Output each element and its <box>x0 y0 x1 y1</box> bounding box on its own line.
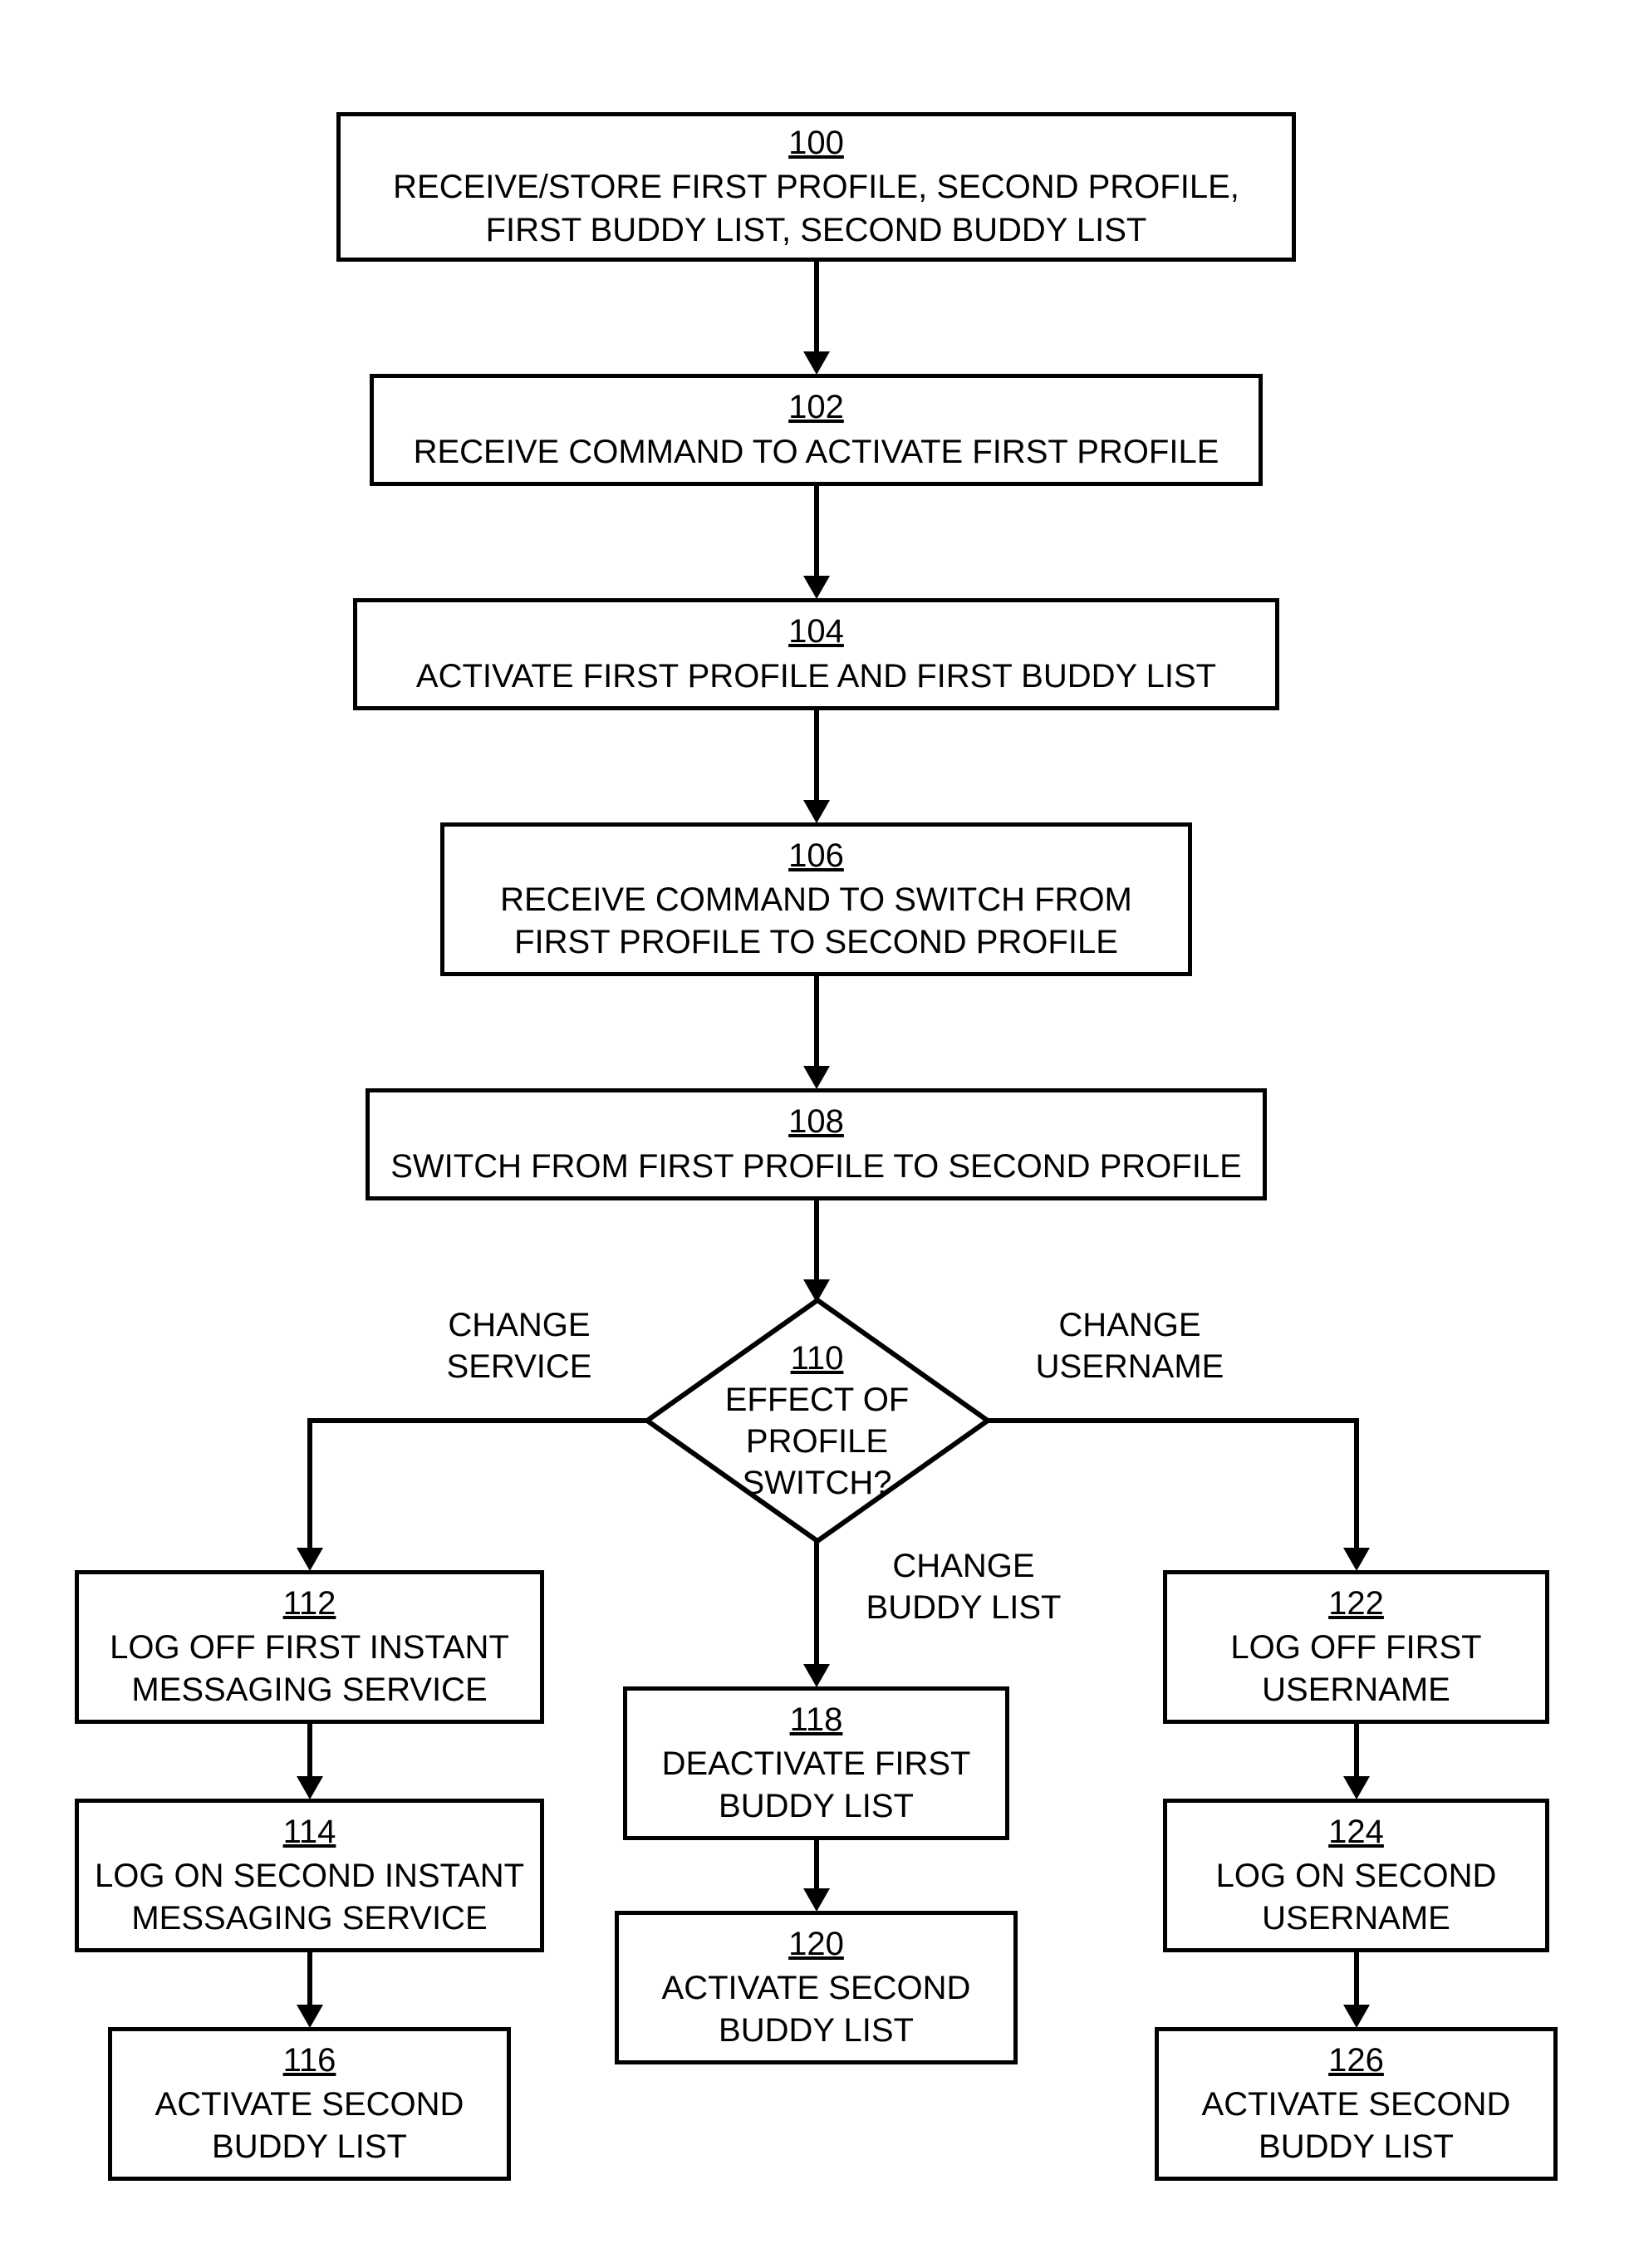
step-106: 106 RECEIVE COMMAND TO SWITCH FROMFIRST … <box>440 822 1192 976</box>
connector <box>307 1418 312 1551</box>
arrowhead-icon <box>297 1776 323 1799</box>
step-text: LOG OFF FIRSTUSERNAME <box>1230 1627 1481 1711</box>
step-text: ACTIVATE SECONDBUDDY LIST <box>155 2084 464 2168</box>
step-122: 122 LOG OFF FIRSTUSERNAME <box>1163 1570 1549 1724</box>
connector <box>814 1840 819 1890</box>
step-text: RECEIVE COMMAND TO SWITCH FROMFIRST PROF… <box>500 879 1132 964</box>
step-text: ACTIVATE SECONDBUDDY LIST <box>662 1967 971 2052</box>
step-116: 116 ACTIVATE SECONDBUDDY LIST <box>108 2027 511 2181</box>
arrowhead-icon <box>803 1664 830 1687</box>
label-change-buddy-list: CHANGEBUDDY LIST <box>847 1545 1080 1628</box>
step-num: 104 <box>788 611 844 653</box>
step-num: 106 <box>788 835 844 877</box>
step-124: 124 LOG ON SECONDUSERNAME <box>1163 1799 1549 1952</box>
step-102: 102 RECEIVE COMMAND TO ACTIVATE FIRST PR… <box>370 374 1263 486</box>
arrowhead-icon <box>297 2005 323 2028</box>
step-114: 114 LOG ON SECOND INSTANTMESSAGING SERVI… <box>75 1799 544 1952</box>
step-num: 110 <box>791 1338 844 1379</box>
arrowhead-icon <box>803 576 830 599</box>
step-num: 122 <box>1328 1583 1384 1625</box>
label-change-username: CHANGEUSERNAME <box>1018 1304 1242 1387</box>
connector <box>814 1200 819 1284</box>
arrowhead-icon <box>1343 2005 1370 2028</box>
step-text: ACTIVATE SECONDBUDDY LIST <box>1202 2084 1511 2168</box>
connector <box>1354 1724 1359 1778</box>
label-change-service: CHANGESERVICE <box>424 1304 615 1387</box>
step-112: 112 LOG OFF FIRST INSTANTMESSAGING SERVI… <box>75 1570 544 1724</box>
step-104: 104 ACTIVATE FIRST PROFILE AND FIRST BUD… <box>353 598 1279 710</box>
connector <box>814 486 819 577</box>
step-118: 118 DEACTIVATE FIRSTBUDDY LIST <box>623 1686 1009 1840</box>
connector <box>814 1541 819 1666</box>
arrowhead-icon <box>803 800 830 823</box>
arrowhead-icon <box>803 1066 830 1089</box>
step-num: 126 <box>1328 2040 1384 2082</box>
step-num: 114 <box>283 1811 336 1853</box>
connector <box>1354 1952 1359 2006</box>
step-num: 116 <box>283 2040 336 2082</box>
step-num: 108 <box>788 1101 844 1143</box>
connector <box>985 1418 1359 1423</box>
step-120: 120 ACTIVATE SECONDBUDDY LIST <box>615 1911 1018 2064</box>
step-num: 112 <box>283 1583 336 1625</box>
decision-110: 110 EFFECT OFPROFILESWITCH? <box>643 1296 992 1545</box>
arrowhead-icon <box>803 1888 830 1912</box>
arrowhead-icon <box>803 1279 830 1303</box>
connector <box>307 1952 312 2006</box>
connector <box>814 262 819 353</box>
step-num: 100 <box>788 122 844 164</box>
step-text: LOG ON SECONDUSERNAME <box>1216 1855 1497 1940</box>
arrowhead-icon <box>803 351 830 375</box>
step-100: 100 RECEIVE/STORE FIRST PROFILE, SECOND … <box>336 112 1296 262</box>
step-num: 124 <box>1328 1811 1384 1853</box>
step-num: 102 <box>788 386 844 429</box>
arrowhead-icon <box>1343 1776 1370 1799</box>
step-126: 126 ACTIVATE SECONDBUDDY LIST <box>1155 2027 1558 2181</box>
step-num: 120 <box>788 1923 844 1966</box>
step-text: EFFECT OFPROFILESWITCH? <box>725 1379 909 1504</box>
step-text: LOG OFF FIRST INSTANTMESSAGING SERVICE <box>110 1627 509 1711</box>
arrowhead-icon <box>1343 1548 1370 1571</box>
step-num: 118 <box>790 1699 843 1741</box>
step-108: 108 SWITCH FROM FIRST PROFILE TO SECOND … <box>366 1088 1267 1200</box>
connector <box>814 976 819 1068</box>
connector <box>814 710 819 802</box>
step-text: ACTIVATE FIRST PROFILE AND FIRST BUDDY L… <box>416 655 1216 698</box>
connector <box>307 1418 648 1423</box>
step-text: RECEIVE COMMAND TO ACTIVATE FIRST PROFIL… <box>414 431 1219 474</box>
step-text: DEACTIVATE FIRSTBUDDY LIST <box>662 1743 971 1828</box>
arrowhead-icon <box>297 1548 323 1571</box>
connector <box>1354 1418 1359 1551</box>
connector <box>307 1724 312 1778</box>
step-text: SWITCH FROM FIRST PROFILE TO SECOND PROF… <box>390 1146 1242 1188</box>
step-text: LOG ON SECOND INSTANTMESSAGING SERVICE <box>95 1855 524 1940</box>
step-text: RECEIVE/STORE FIRST PROFILE, SECOND PROF… <box>393 166 1239 251</box>
